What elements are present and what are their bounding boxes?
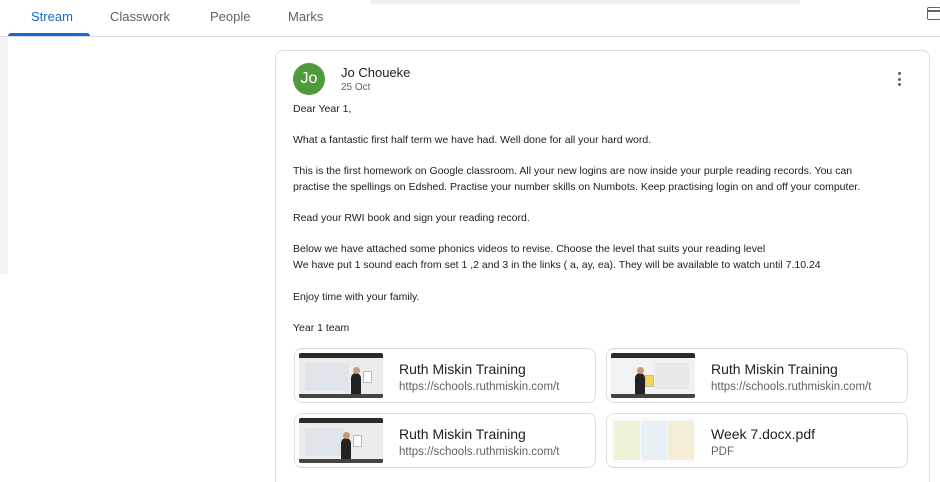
post-author[interactable]: Jo Choueke: [341, 65, 410, 80]
attachment-title: Week 7.docx.pdf: [711, 426, 816, 442]
post-text-line: Read your RWI book and sign your reading…: [293, 212, 530, 224]
post-text-line: Dear Year 1,: [293, 103, 352, 115]
document-thumbnail: [611, 418, 695, 463]
left-panel: [0, 38, 8, 274]
post-text-line: Year 1 team: [293, 322, 350, 334]
tab-bar: Stream Classwork People Marks: [0, 0, 940, 37]
attachment-type: PDF: [711, 446, 734, 458]
post-text-line: Below we have attached some phonics vide…: [293, 243, 766, 255]
attachment-title: Ruth Miskin Training: [399, 426, 526, 442]
post-text-line: We have put 1 sound each from set 1 ,2 a…: [293, 259, 821, 271]
video-thumbnail: [611, 353, 695, 398]
top-divider: [370, 0, 800, 4]
post-text-line: What a fantastic first half term we have…: [293, 134, 652, 146]
tab-people[interactable]: People: [210, 9, 250, 24]
active-tab-indicator: [8, 33, 90, 36]
attachment-url: https://schools.ruthmiskin.com/t: [711, 381, 872, 393]
post-text-line: This is the first homework on Google cla…: [293, 165, 853, 177]
video-thumbnail: [299, 353, 383, 398]
attachment-video[interactable]: Ruth Miskin Training https://schools.rut…: [294, 348, 596, 403]
attachment-title: Ruth Miskin Training: [711, 361, 838, 377]
tab-classwork[interactable]: Classwork: [110, 9, 170, 24]
video-thumbnail: [299, 418, 383, 463]
post-date: 25 Oct: [341, 82, 371, 93]
post-text-line: Enjoy time with your family.: [293, 291, 420, 303]
attachment-title: Ruth Miskin Training: [399, 361, 526, 377]
avatar[interactable]: Jo: [293, 63, 325, 95]
attachment-pdf[interactable]: Week 7.docx.pdf PDF: [606, 413, 908, 468]
attachment-video[interactable]: Ruth Miskin Training https://schools.rut…: [606, 348, 908, 403]
attachment-video[interactable]: Ruth Miskin Training https://schools.rut…: [294, 413, 596, 468]
attachment-url: https://schools.ruthmiskin.com/t: [399, 381, 560, 393]
more-options-icon[interactable]: [893, 71, 905, 89]
calendar-icon[interactable]: [927, 7, 940, 20]
attachment-url: https://schools.ruthmiskin.com/t: [399, 446, 560, 458]
post-text-line: practise the spellings on Edshed. Practi…: [293, 181, 861, 193]
tab-stream[interactable]: Stream: [31, 9, 73, 24]
tab-marks[interactable]: Marks: [288, 9, 323, 24]
